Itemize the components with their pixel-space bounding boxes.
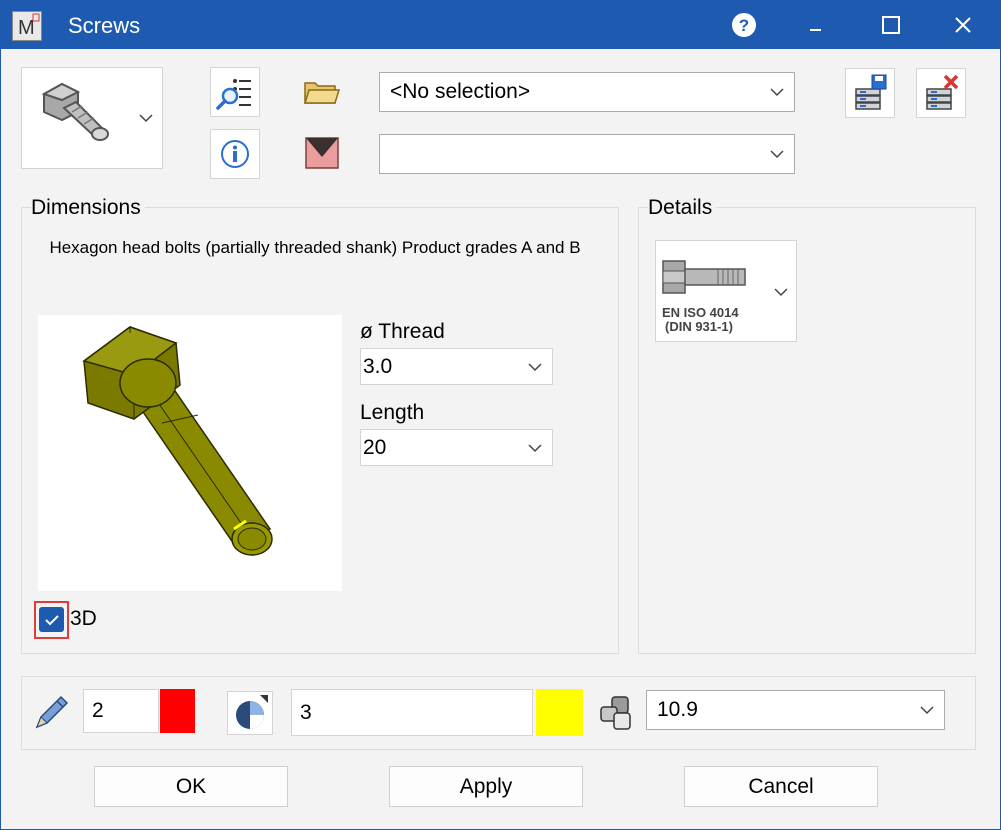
bolt-3d-icon	[82, 326, 273, 556]
length-value: 20	[363, 435, 387, 459]
chevron-down-icon	[770, 150, 784, 159]
layer-pie-icon	[236, 695, 268, 729]
standard-line-1: EN ISO 4014	[662, 305, 739, 320]
chevron-down-icon	[770, 88, 784, 97]
maximize-button[interactable]	[861, 1, 921, 49]
3d-checkbox-label: 3D	[70, 607, 97, 630]
chevron-down-icon	[774, 288, 788, 297]
length-label: Length	[360, 401, 425, 424]
layer-color-swatch[interactable]	[536, 689, 583, 736]
save-database-button[interactable]	[845, 68, 895, 118]
ok-button[interactable]: OK	[94, 766, 288, 807]
thread-combo[interactable]: 3.0	[360, 348, 553, 385]
pen-color-swatch[interactable]	[160, 689, 195, 733]
category-combo[interactable]	[379, 134, 795, 174]
search-list-button[interactable]	[210, 67, 260, 117]
cancel-button[interactable]: Cancel	[684, 766, 878, 807]
3d-checkbox[interactable]	[39, 607, 64, 632]
category-icon[interactable]	[305, 137, 339, 169]
minimize-icon	[810, 29, 821, 31]
help-button[interactable]: ?	[714, 1, 774, 49]
checkmark-icon	[44, 614, 59, 625]
screw-description: Hexagon head bolts (partially threaded s…	[49, 238, 581, 257]
dimensions-title: Dimensions	[31, 196, 145, 220]
thread-label: ø Thread	[360, 320, 445, 343]
chevron-down-icon	[139, 114, 153, 123]
strength-class-combo[interactable]: 10.9	[646, 690, 945, 730]
info-button[interactable]	[210, 129, 260, 179]
info-icon	[221, 140, 249, 168]
database-save-icon	[855, 74, 887, 110]
minimize-button[interactable]	[786, 1, 846, 49]
chevron-down-icon	[920, 706, 934, 715]
screws-dialog: M Screws ? <No selection> Dimensions Hex…	[0, 0, 1001, 830]
layer-button[interactable]	[227, 691, 273, 735]
help-icon: ?	[732, 13, 756, 37]
folder-combo[interactable]: <No selection>	[379, 72, 795, 112]
svg-text:?: ?	[739, 16, 749, 35]
pen-width-input[interactable]: 2	[83, 689, 159, 733]
folder-icon[interactable]	[303, 77, 341, 107]
strength-class-icon	[598, 693, 638, 733]
pen-width-value: 2	[92, 699, 104, 722]
layer-value: 3	[300, 700, 312, 724]
standard-selector[interactable]: EN ISO 4014 (DIN 931-1)	[655, 240, 797, 342]
bolt-standard-icon	[662, 260, 746, 294]
apply-button[interactable]: Apply	[389, 766, 583, 807]
thread-value: 3.0	[363, 354, 393, 378]
layer-input[interactable]: 3	[291, 689, 533, 736]
app-icon: M	[12, 11, 42, 41]
chevron-down-icon	[528, 443, 542, 452]
close-icon	[955, 17, 971, 33]
standard-line-2: (DIN 931-1)	[665, 319, 733, 334]
database-delete-icon	[926, 74, 959, 110]
screw-icon	[41, 82, 109, 141]
standard-label: EN ISO 4014 (DIN 931-1)	[662, 306, 739, 334]
delete-database-button[interactable]	[916, 68, 966, 118]
folder-combo-value: <No selection>	[390, 80, 531, 103]
details-title: Details	[648, 196, 717, 220]
chevron-down-icon	[528, 362, 542, 371]
close-button[interactable]	[933, 1, 993, 49]
maximize-icon	[882, 16, 900, 34]
bolt-3d-preview	[38, 315, 342, 591]
svg-text:M: M	[18, 17, 35, 39]
length-combo[interactable]: 20	[360, 429, 553, 466]
list-search-icon	[216, 79, 251, 110]
title-bar: M Screws ?	[1, 1, 1000, 49]
screw-type-selector[interactable]	[21, 67, 163, 169]
strength-class-value: 10.9	[657, 698, 698, 721]
pen-icon	[31, 693, 71, 733]
window-title: Screws	[68, 13, 141, 38]
